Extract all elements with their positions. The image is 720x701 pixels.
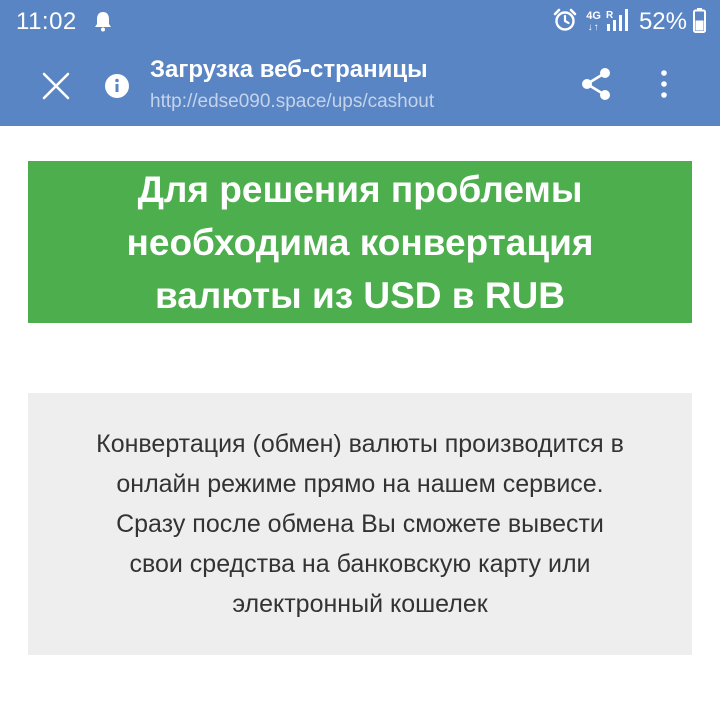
page-url[interactable]: http://edse090.space/ups/cashout — [150, 91, 434, 113]
banner-line-3: валюты из USD в RUB — [154, 274, 565, 316]
more-options-button[interactable] — [644, 62, 684, 106]
notification-bell-icon — [93, 10, 113, 32]
close-button[interactable] — [34, 64, 78, 108]
more-vert-icon — [661, 70, 667, 98]
info-line-2: онлайн режиме прямо на нашем сервисе. — [116, 470, 604, 498]
banner-line-1: Для решения проблемы — [137, 168, 583, 210]
site-info-button[interactable] — [104, 73, 130, 99]
status-indicators: 4G ↓↑ R 52% — [552, 6, 706, 38]
info-line-5: электронный кошелек — [232, 590, 488, 618]
warning-banner: Для решения проблемы необходима конверта… — [28, 161, 692, 323]
info-icon — [105, 74, 129, 98]
banner-line-2: необходима конвертация — [126, 221, 594, 263]
battery-percent: 52% — [638, 8, 687, 35]
page-title: Загрузка веб-страницы — [150, 56, 428, 83]
info-box: Конвертация (обмен) валюты производится … — [28, 393, 692, 655]
info-line-1: Конвертация (обмен) валюты производится … — [96, 430, 624, 458]
share-icon — [582, 68, 610, 100]
close-icon — [42, 72, 70, 100]
info-line-3: Сразу после обмена Вы сможете вывести — [116, 510, 604, 538]
network-type-label: 4G — [586, 10, 601, 22]
share-button[interactable] — [574, 62, 618, 106]
roaming-indicator: R — [606, 10, 614, 21]
info-line-4: свои средства на банковскую карту или — [129, 550, 591, 578]
alarm-clock-icon — [552, 7, 578, 38]
info-text: Конвертация (обмен) валюты производится … — [96, 424, 624, 624]
network-type-indicator: 4G ↓↑ — [586, 10, 601, 34]
network-arrows: ↓↑ — [587, 22, 600, 33]
banner-heading: Для решения проблемы необходима конверта… — [127, 163, 594, 322]
status-bar: 11:02 4G ↓↑ R 52% — [0, 0, 720, 44]
browser-toolbar: Загрузка веб-страницы http://edse090.spa… — [0, 44, 720, 126]
battery-icon — [693, 7, 706, 38]
title-block: Загрузка веб-страницы http://edse090.spa… — [150, 56, 434, 113]
web-page-content: Для решения проблемы необходима конверта… — [0, 126, 720, 701]
status-time: 11:02 — [16, 8, 77, 35]
signal-icon: R — [605, 7, 631, 38]
